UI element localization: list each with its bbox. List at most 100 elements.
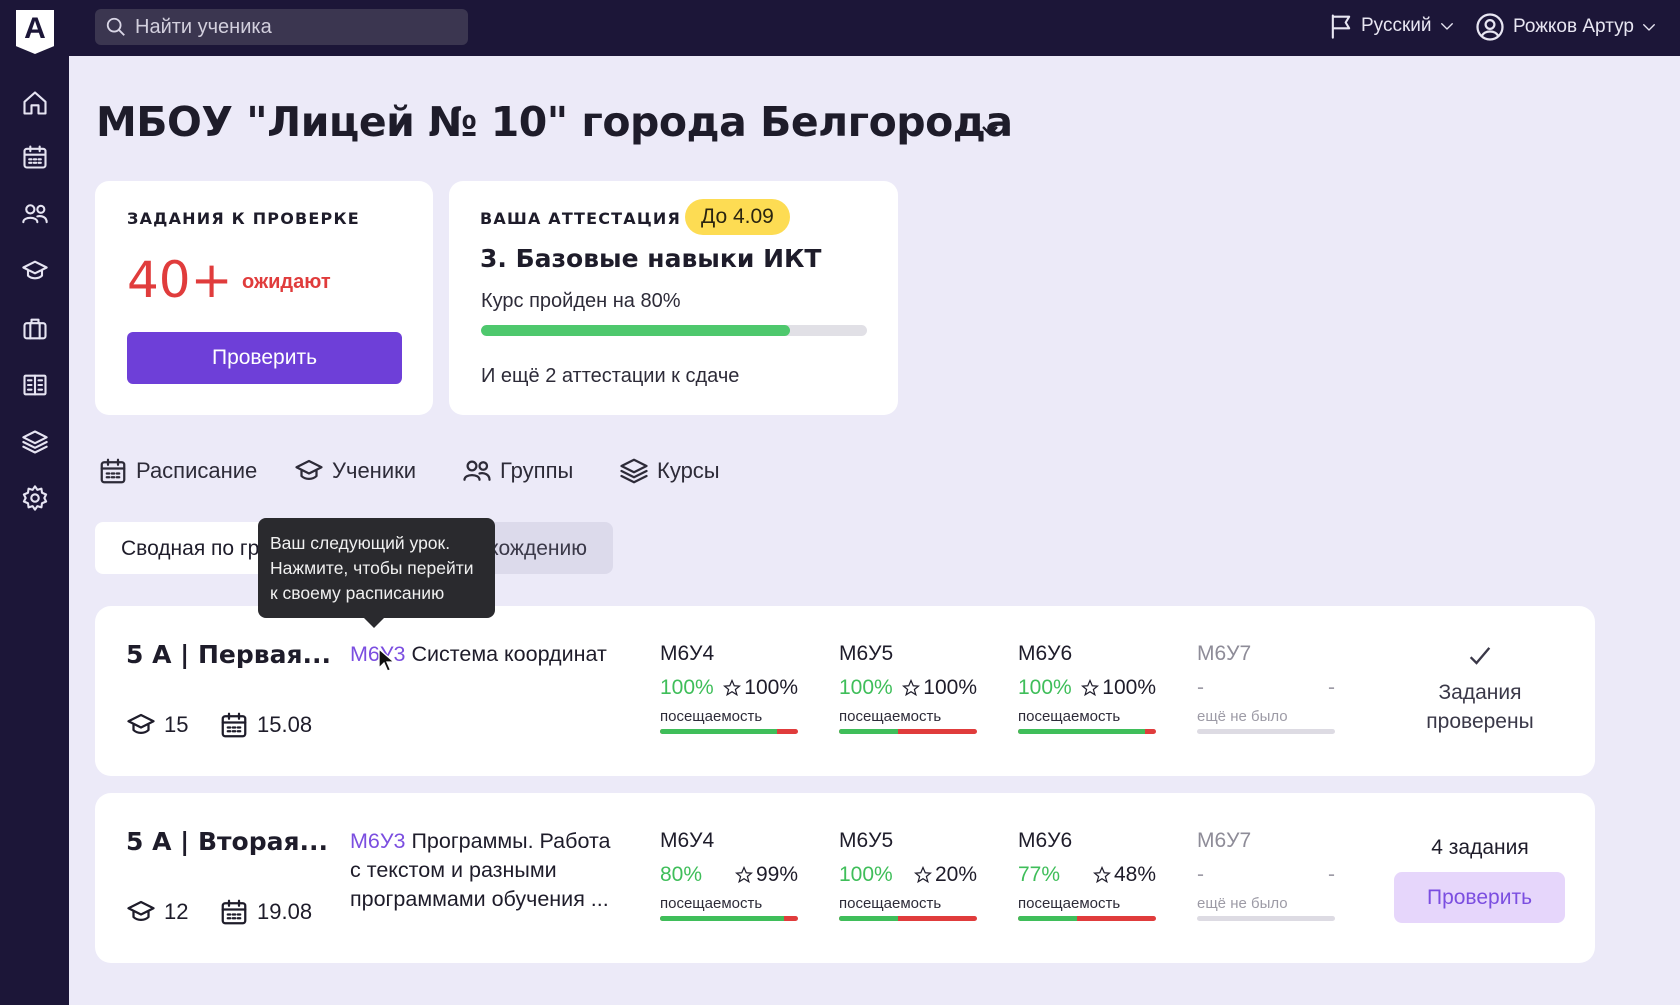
settings-gear-icon[interactable] xyxy=(20,483,50,513)
course-title[interactable]: 3. Базовые навыки ИКТ xyxy=(480,244,821,273)
tasks-status-line1: Задания xyxy=(1438,681,1522,704)
tasks-status: Задания проверены xyxy=(1390,642,1570,736)
tooltip-line: к своему расписанию xyxy=(270,583,445,603)
rating-percent: 100% xyxy=(1102,676,1156,699)
deadline-badge: До 4.09 xyxy=(685,199,790,235)
star-icon xyxy=(1092,866,1111,884)
students-count-value: 12 xyxy=(164,899,189,924)
school-selector[interactable] xyxy=(978,118,1002,147)
sidebar: A xyxy=(0,0,69,1005)
lesson-stats-m6u6[interactable]: М6У6 77% 48% посещаемость xyxy=(1018,829,1156,921)
journal-icon[interactable] xyxy=(20,370,50,400)
graduation-cap-icon xyxy=(127,713,155,734)
lesson-code: М6У7 xyxy=(1197,829,1252,852)
review-count-note: ожидают xyxy=(242,271,331,293)
more-attestations[interactable]: И ещё 2 аттестации к сдаче xyxy=(481,365,739,388)
attendance-bar-empty xyxy=(1197,916,1335,921)
rating-percent: 99% xyxy=(755,863,798,886)
not-yet-caption: ещё не было xyxy=(1197,708,1288,725)
attendance-dash: - xyxy=(1197,863,1204,886)
calendar-icon xyxy=(221,712,247,738)
review-card-label: ЗАДАНИЯ К ПРОВЕРКЕ xyxy=(127,209,360,228)
attendance-bar xyxy=(660,916,798,921)
star-icon xyxy=(734,866,753,884)
review-card: ЗАДАНИЯ К ПРОВЕРКЕ 40+ ожидают Проверить xyxy=(95,181,433,415)
layers-icon[interactable] xyxy=(20,427,50,457)
attendance-caption: посещаемость xyxy=(660,708,763,725)
user-name: Рожков Артур xyxy=(1513,16,1634,37)
user-menu[interactable]: Рожков Артур xyxy=(1475,12,1658,42)
check-tasks-button[interactable]: Проверить xyxy=(1394,872,1565,923)
lesson-stats-m6u5[interactable]: М6У5 100% 100% посещаемость xyxy=(839,642,977,734)
rating-percent: 48% xyxy=(1113,863,1156,886)
group-date: 19.08 xyxy=(219,897,312,927)
lesson-stats-m6u6[interactable]: М6У6 100% 100% посещаемость xyxy=(1018,642,1156,734)
chevron-down-icon xyxy=(1440,23,1453,30)
lesson-stats-m6u4[interactable]: М6У4 100% 100% посещаемость xyxy=(660,642,798,734)
next-lesson-code[interactable]: М6У3 xyxy=(350,829,405,853)
lesson-code: М6У6 xyxy=(1018,642,1073,665)
attendance-dash: - xyxy=(1197,676,1204,699)
tab-students[interactable]: Ученики xyxy=(294,456,416,486)
home-icon[interactable] xyxy=(20,88,50,118)
students-count-value: 15 xyxy=(164,712,189,737)
search-box[interactable] xyxy=(95,9,468,45)
attendance-percent: 100% xyxy=(839,863,893,886)
calendar-icon xyxy=(100,458,126,484)
star-icon xyxy=(902,679,921,697)
next-lesson: М6У3 Программы. Работа с текстом и разны… xyxy=(350,827,615,914)
users-icon xyxy=(463,460,491,481)
group-name[interactable]: 5 А | Вторая... xyxy=(126,827,328,856)
next-lesson-tooltip: Ваш следующий урок. Нажмите, чтобы перей… xyxy=(258,518,495,628)
attendance-bar-fill xyxy=(1018,729,1145,734)
attendance-caption: посещаемость xyxy=(1018,895,1121,912)
calendar-icon xyxy=(221,899,247,925)
layers-icon xyxy=(620,458,648,484)
course-progress-bar xyxy=(481,325,867,336)
attendance-percent: 100% xyxy=(1018,676,1072,699)
topbar: Русский Рожков Артур xyxy=(69,0,1680,56)
attendance-percent: 80% xyxy=(660,863,703,886)
attendance-bar xyxy=(839,916,977,921)
attendance-bar-fill xyxy=(839,916,899,921)
attendance-bar-fill xyxy=(660,916,785,921)
attendance-bar-fill xyxy=(660,729,778,734)
students-count: 12 xyxy=(126,897,188,927)
lesson-stats-m6u7: М6У7 - - ещё не было xyxy=(1197,642,1335,734)
graduation-cap-icon[interactable] xyxy=(20,256,50,286)
next-lesson-title: Система координат xyxy=(411,642,607,666)
course-progress-text: Курс пройден на 80% xyxy=(481,290,681,312)
tasks-count: 4 задания xyxy=(1431,836,1529,859)
star-icon xyxy=(723,679,742,697)
attendance-percent: 77% xyxy=(1018,863,1061,886)
lesson-stats-m6u5[interactable]: М6У5 100% 20% посещаемость xyxy=(839,829,977,921)
star-icon xyxy=(1081,679,1100,697)
tooltip-line: Нажмите, чтобы перейти xyxy=(270,558,474,578)
tab-schedule[interactable]: Расписание xyxy=(98,456,257,486)
briefcase-icon[interactable] xyxy=(20,314,50,344)
group-name[interactable]: 5 А | Первая... xyxy=(126,640,331,669)
search-input[interactable] xyxy=(135,15,455,39)
lesson-code: М6У4 xyxy=(660,829,715,852)
app-logo[interactable]: A xyxy=(16,10,54,54)
graduation-cap-icon xyxy=(295,459,323,480)
tab-groups[interactable]: Группы xyxy=(462,456,573,486)
attendance-percent: 100% xyxy=(660,676,714,699)
graduation-cap-icon xyxy=(127,900,155,921)
lesson-stats-m6u7: М6У7 - - ещё не было xyxy=(1197,829,1335,921)
review-button[interactable]: Проверить xyxy=(127,332,402,384)
users-icon[interactable] xyxy=(20,199,50,229)
attendance-caption: посещаемость xyxy=(1018,708,1121,725)
tab-students-label: Ученики xyxy=(332,458,417,483)
language-selector[interactable]: Русский xyxy=(1327,12,1456,40)
lesson-stats-m6u4[interactable]: М6У4 80% 99% посещаемость xyxy=(660,829,798,921)
lesson-code: М6У5 xyxy=(839,829,894,852)
group-row: 5 А | Вторая... 12 19.08 М6У3 Программы.… xyxy=(95,793,1595,963)
attendance-bar xyxy=(839,729,977,734)
not-yet-caption: ещё не было xyxy=(1197,895,1288,912)
tab-courses[interactable]: Курсы xyxy=(619,456,720,486)
attendance-bar-empty xyxy=(1197,729,1335,734)
star-icon xyxy=(913,866,932,884)
tooltip-line: Ваш следующий урок. xyxy=(270,533,451,553)
calendar-icon[interactable] xyxy=(20,142,50,172)
